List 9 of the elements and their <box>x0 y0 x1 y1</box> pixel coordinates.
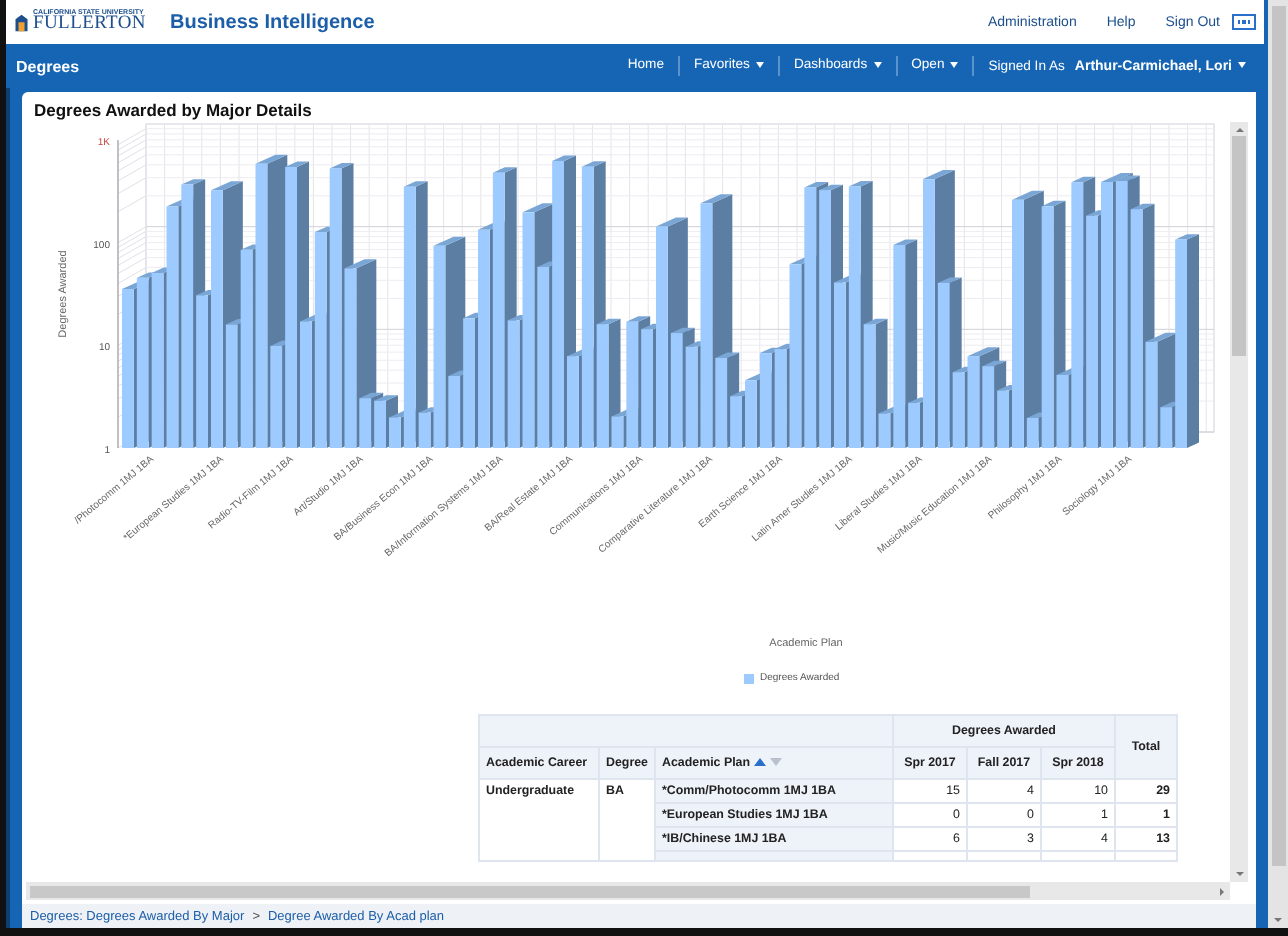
vertical-scrollbar[interactable] <box>1230 122 1248 882</box>
page-title: Degrees <box>16 57 80 75</box>
page-scrollbar[interactable] <box>1264 0 1288 928</box>
legend-swatch <box>744 673 754 683</box>
app-title: Business Intelligence <box>170 11 375 33</box>
report-title: Degrees Awarded by Major Details <box>32 98 314 122</box>
more-icon[interactable] <box>1232 14 1256 30</box>
sort-arrows-icon[interactable] <box>752 756 785 769</box>
horizontal-scrollbar[interactable] <box>26 882 1230 900</box>
